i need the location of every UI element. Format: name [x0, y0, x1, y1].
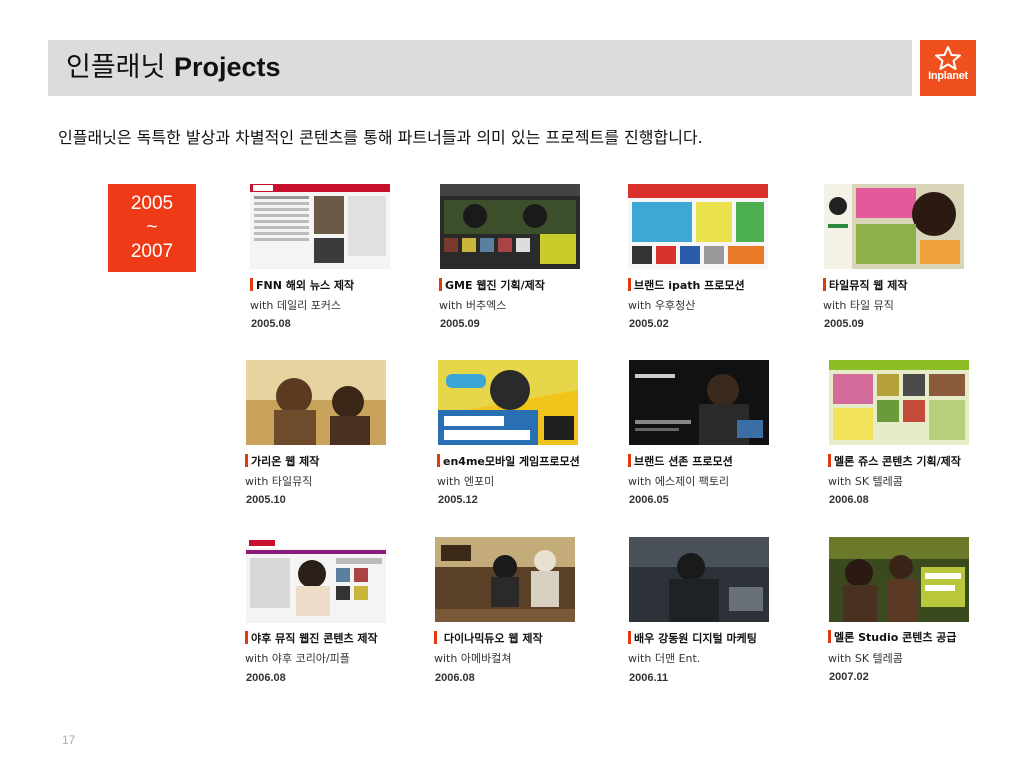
title-marker [628, 454, 631, 467]
project-partner: with 타일뮤직 [245, 475, 313, 488]
project-date: 2005.09 [824, 318, 864, 330]
page-title-english: Projects [173, 52, 281, 82]
project-title: 타일뮤직 웹 제작 [823, 277, 908, 293]
page-title-korean: 인플래닛 [66, 52, 166, 83]
project-title: 브랜드 션존 프로모션 [628, 453, 733, 469]
title-marker [828, 454, 831, 467]
project-date: 2006.08 [246, 672, 286, 684]
title-bar: 인플래닛 Projects [48, 40, 912, 96]
title-marker [628, 278, 631, 291]
project-title: FNN 해외 뉴스 제작 [250, 277, 354, 293]
project-thumbnail-ipath[interactable] [628, 184, 768, 269]
title-marker [250, 278, 253, 291]
inplanet-logo: Inplanet [920, 40, 976, 96]
project-date: 2005.10 [246, 494, 286, 506]
project-partner: with 더맨 Ent. [628, 652, 701, 665]
period-start: 2005 [130, 193, 174, 214]
period-end: 2007 [130, 241, 174, 262]
project-date: 2006.08 [435, 672, 475, 684]
project-partner: with SK 텔레콤 [828, 475, 903, 488]
project-thumbnail-seanjohn[interactable] [629, 360, 769, 445]
period-badge: 2005 ~ 2007 [108, 184, 196, 272]
project-title: 멜론 쥬스 콘텐츠 기획/제작 [828, 453, 961, 469]
project-thumbnail-en4me[interactable] [438, 360, 578, 445]
project-thumbnail-garion[interactable] [246, 360, 386, 445]
project-date: 2005.12 [438, 494, 478, 506]
project-date: 2005.09 [440, 318, 480, 330]
page-number: 17 [62, 733, 76, 747]
project-title: 다이나믹듀오 웹 제작 [434, 630, 543, 646]
project-partner: with 아메바컬쳐 [434, 652, 512, 665]
page-title: 인플래닛 Projects [66, 50, 281, 85]
project-partner: with 우후청산 [628, 299, 696, 312]
project-thumbnail-dynamic-duo[interactable] [435, 537, 575, 622]
project-title: 배우 강동원 디지털 마케팅 [628, 630, 757, 646]
title-marker [828, 630, 831, 643]
title-marker [823, 278, 826, 291]
title-marker [437, 454, 440, 467]
project-date: 2006.11 [629, 672, 669, 684]
project-thumbnail-kang-dongwon[interactable] [629, 537, 769, 622]
project-partner: with 버추엑스 [439, 299, 507, 312]
title-marker [434, 631, 437, 644]
project-partner: with SK 텔레콤 [828, 652, 903, 665]
project-thumbnail-tile-music[interactable] [824, 184, 964, 269]
project-date: 2005.02 [629, 318, 669, 330]
project-thumbnail-melon-juice[interactable] [829, 360, 969, 445]
intro-text: 인플래닛은 독특한 발상과 차별적인 콘텐츠를 통해 파트너들과 의미 있는 프… [58, 128, 703, 147]
project-thumbnail-gme[interactable] [440, 184, 580, 269]
title-marker [245, 631, 248, 644]
project-thumbnail-yahoo-music[interactable] [246, 538, 386, 623]
title-marker [628, 631, 631, 644]
star-icon [935, 46, 961, 70]
project-title: en4me모바일 게임프로모션 [437, 453, 580, 469]
project-partner: with 데일리 포커스 [250, 299, 342, 312]
project-partner: with 타일 뮤직 [823, 299, 894, 312]
project-title: 야후 뮤직 웹진 콘텐츠 제작 [245, 630, 378, 646]
project-title: 브랜드 ipath 프로모션 [628, 277, 745, 293]
title-marker [245, 454, 248, 467]
project-thumbnail-melon-studio[interactable] [829, 537, 969, 622]
project-title: GME 웹진 기획/제작 [439, 277, 545, 293]
period-separator: ~ [146, 217, 158, 238]
project-date: 2007.02 [829, 671, 869, 683]
project-title: 가리온 웹 제작 [245, 453, 319, 469]
project-title: 멜론 Studio 콘텐츠 공급 [828, 629, 957, 645]
project-partner: with 엔포미 [437, 475, 495, 488]
title-marker [439, 278, 442, 291]
project-date: 2006.08 [829, 494, 869, 506]
project-partner: with 야후 코리아/피플 [245, 652, 350, 665]
logo-text: Inplanet [928, 70, 968, 82]
project-date: 2006.05 [629, 494, 669, 506]
project-date: 2005.08 [251, 318, 291, 330]
project-partner: with 에스제이 팩토리 [628, 475, 730, 488]
project-thumbnail-fnn[interactable] [250, 184, 390, 269]
